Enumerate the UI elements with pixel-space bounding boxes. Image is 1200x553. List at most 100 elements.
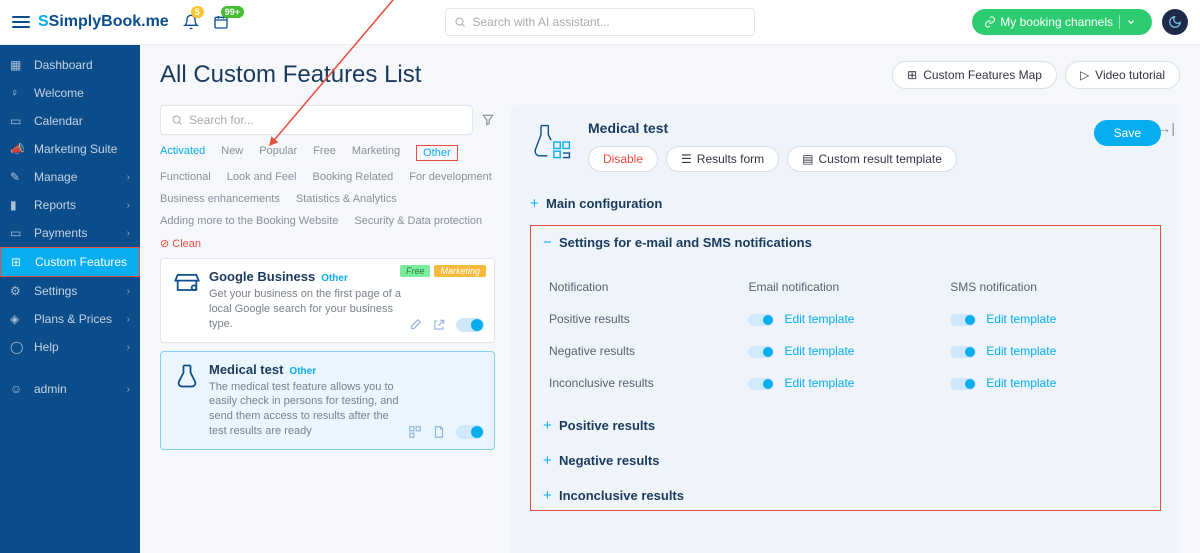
col-email: Email notification: [744, 272, 944, 302]
sidebar-item-custom-features[interactable]: ⊞ Custom Features: [0, 247, 140, 277]
row-label: Negative results: [545, 336, 742, 366]
disable-button[interactable]: Disable: [588, 146, 658, 172]
sidebar-item-calendar[interactable]: ▭Calendar: [0, 107, 140, 135]
btn-label: Results form: [697, 152, 764, 166]
logo[interactable]: SSimplyBook.me: [38, 13, 169, 31]
search-icon: [454, 16, 466, 28]
logo-text: SimplyBook.me: [49, 13, 169, 30]
section-negative[interactable]: +Negative results: [543, 443, 1148, 478]
export-icon[interactable]: [432, 318, 446, 332]
email-toggle[interactable]: [748, 346, 774, 358]
feature-toggle[interactable]: [456, 318, 484, 332]
tag-marketing[interactable]: Marketing: [352, 145, 400, 161]
edit-template-link[interactable]: Edit template: [986, 376, 1056, 390]
chevron-down-icon: [1126, 17, 1136, 27]
sidebar-label: Payments: [34, 226, 87, 240]
feature-toggle[interactable]: [456, 425, 484, 439]
section-label: Positive results: [559, 418, 655, 433]
row-label: Inconclusive results: [545, 368, 742, 398]
help-icon: ◯: [10, 340, 26, 354]
tag-new[interactable]: New: [221, 145, 243, 161]
sidebar-label: Help: [34, 340, 59, 354]
filter-icon[interactable]: [481, 113, 495, 127]
sidebar-item-dashboard[interactable]: ▦Dashboard: [0, 51, 140, 79]
channels-label: My booking channels: [1000, 15, 1113, 29]
doc-icon[interactable]: [432, 425, 446, 439]
card-category: Other: [289, 366, 316, 377]
sidebar-item-admin[interactable]: ☺admin›: [0, 375, 140, 403]
tag-free[interactable]: Free: [313, 145, 336, 161]
sidebar-item-settings[interactable]: ⚙Settings›: [0, 277, 140, 305]
chevron-right-icon: ›: [127, 200, 130, 211]
gear-icon: ⚙: [10, 284, 26, 298]
edit-template-link[interactable]: Edit template: [986, 312, 1056, 326]
section-inconclusive[interactable]: +Inconclusive results: [543, 478, 1148, 504]
badge-free: Free: [400, 265, 431, 277]
notifications-bell[interactable]: 5: [183, 14, 199, 30]
tag-other[interactable]: Other: [416, 145, 458, 161]
sms-toggle[interactable]: [950, 314, 976, 326]
edit-template-link[interactable]: Edit template: [784, 344, 854, 358]
tag-functional[interactable]: Functional: [160, 171, 211, 183]
card-description: Get your business on the first page of a…: [209, 287, 409, 332]
section-main-config[interactable]: +Main configuration: [530, 186, 1161, 221]
card-title: Google Business: [209, 269, 315, 284]
badge-marketing: Marketing: [434, 265, 486, 277]
edit-icon[interactable]: [408, 318, 422, 332]
sidebar-item-welcome[interactable]: ♀Welcome: [0, 79, 140, 107]
sidebar-label: Custom Features: [35, 255, 127, 269]
tag-adding[interactable]: Adding more to the Booking Website: [160, 215, 338, 227]
edit-template-link[interactable]: Edit template: [784, 376, 854, 390]
email-toggle[interactable]: [748, 314, 774, 326]
tag-icon: ◈: [10, 312, 26, 326]
section-positive[interactable]: +Positive results: [543, 408, 1148, 443]
email-toggle[interactable]: [748, 378, 774, 390]
tag-biz[interactable]: Business enhancements: [160, 193, 280, 205]
sidebar-label: admin: [34, 382, 67, 396]
btn-label: Video tutorial: [1095, 68, 1165, 82]
save-button[interactable]: Save: [1094, 120, 1161, 146]
booking-channels-button[interactable]: My booking channels: [972, 9, 1152, 35]
tag-clean[interactable]: Clean: [160, 237, 201, 250]
tag-look[interactable]: Look and Feel: [227, 171, 297, 183]
row-label: Positive results: [545, 304, 742, 334]
section-label: Settings for e-mail and SMS notification…: [559, 235, 812, 250]
calendar-notif[interactable]: 99+: [213, 14, 229, 30]
sidebar-item-plans[interactable]: ◈Plans & Prices›: [0, 305, 140, 333]
notif-badge: 5: [191, 6, 204, 18]
tag-activated[interactable]: Activated: [160, 145, 205, 161]
sidebar-item-help[interactable]: ◯Help›: [0, 333, 140, 361]
video-tutorial-button[interactable]: ▷Video tutorial: [1065, 61, 1180, 89]
main-content: All Custom Features List ⊞Custom Feature…: [140, 45, 1200, 553]
edit-template-link[interactable]: Edit template: [986, 344, 1056, 358]
tag-dev[interactable]: For development: [409, 171, 492, 183]
sms-toggle[interactable]: [950, 346, 976, 358]
card-title: Medical test: [209, 362, 283, 377]
tag-stats[interactable]: Statistics & Analytics: [296, 193, 397, 205]
gift-icon: ⊞: [11, 255, 27, 269]
custom-template-button[interactable]: ▤Custom result template: [787, 146, 957, 172]
results-form-button[interactable]: ☰ Results form: [666, 146, 779, 172]
bulb-icon: ♀: [10, 86, 26, 100]
theme-toggle[interactable]: [1162, 9, 1188, 35]
form-icon: ☰: [681, 152, 692, 166]
features-map-button[interactable]: ⊞Custom Features Map: [892, 61, 1057, 89]
sidebar-item-payments[interactable]: ▭Payments›: [0, 219, 140, 247]
feature-card-google-business[interactable]: Free Marketing Google BusinessOther Get …: [160, 258, 495, 343]
menu-toggle[interactable]: [12, 13, 30, 31]
tag-booking[interactable]: Booking Related: [312, 171, 393, 183]
feature-card-medical-test[interactable]: Medical testOther The medical test featu…: [160, 351, 495, 450]
global-search[interactable]: Search with AI assistant...: [445, 8, 755, 36]
sidebar-item-manage[interactable]: ✎Manage›: [0, 163, 140, 191]
edit-template-link[interactable]: Edit template: [784, 312, 854, 326]
page-title: All Custom Features List: [160, 61, 421, 89]
search-placeholder: Search for...: [189, 113, 254, 127]
tag-popular[interactable]: Popular: [259, 145, 297, 161]
sidebar-item-reports[interactable]: ▮Reports›: [0, 191, 140, 219]
sidebar-item-marketing[interactable]: 📣Marketing Suite: [0, 135, 140, 163]
section-notifications[interactable]: −Settings for e-mail and SMS notificatio…: [543, 234, 1148, 260]
feature-search-input[interactable]: Search for...: [160, 105, 473, 135]
qr-icon[interactable]: [408, 425, 422, 439]
tag-security[interactable]: Security & Data protection: [354, 215, 482, 227]
sms-toggle[interactable]: [950, 378, 976, 390]
